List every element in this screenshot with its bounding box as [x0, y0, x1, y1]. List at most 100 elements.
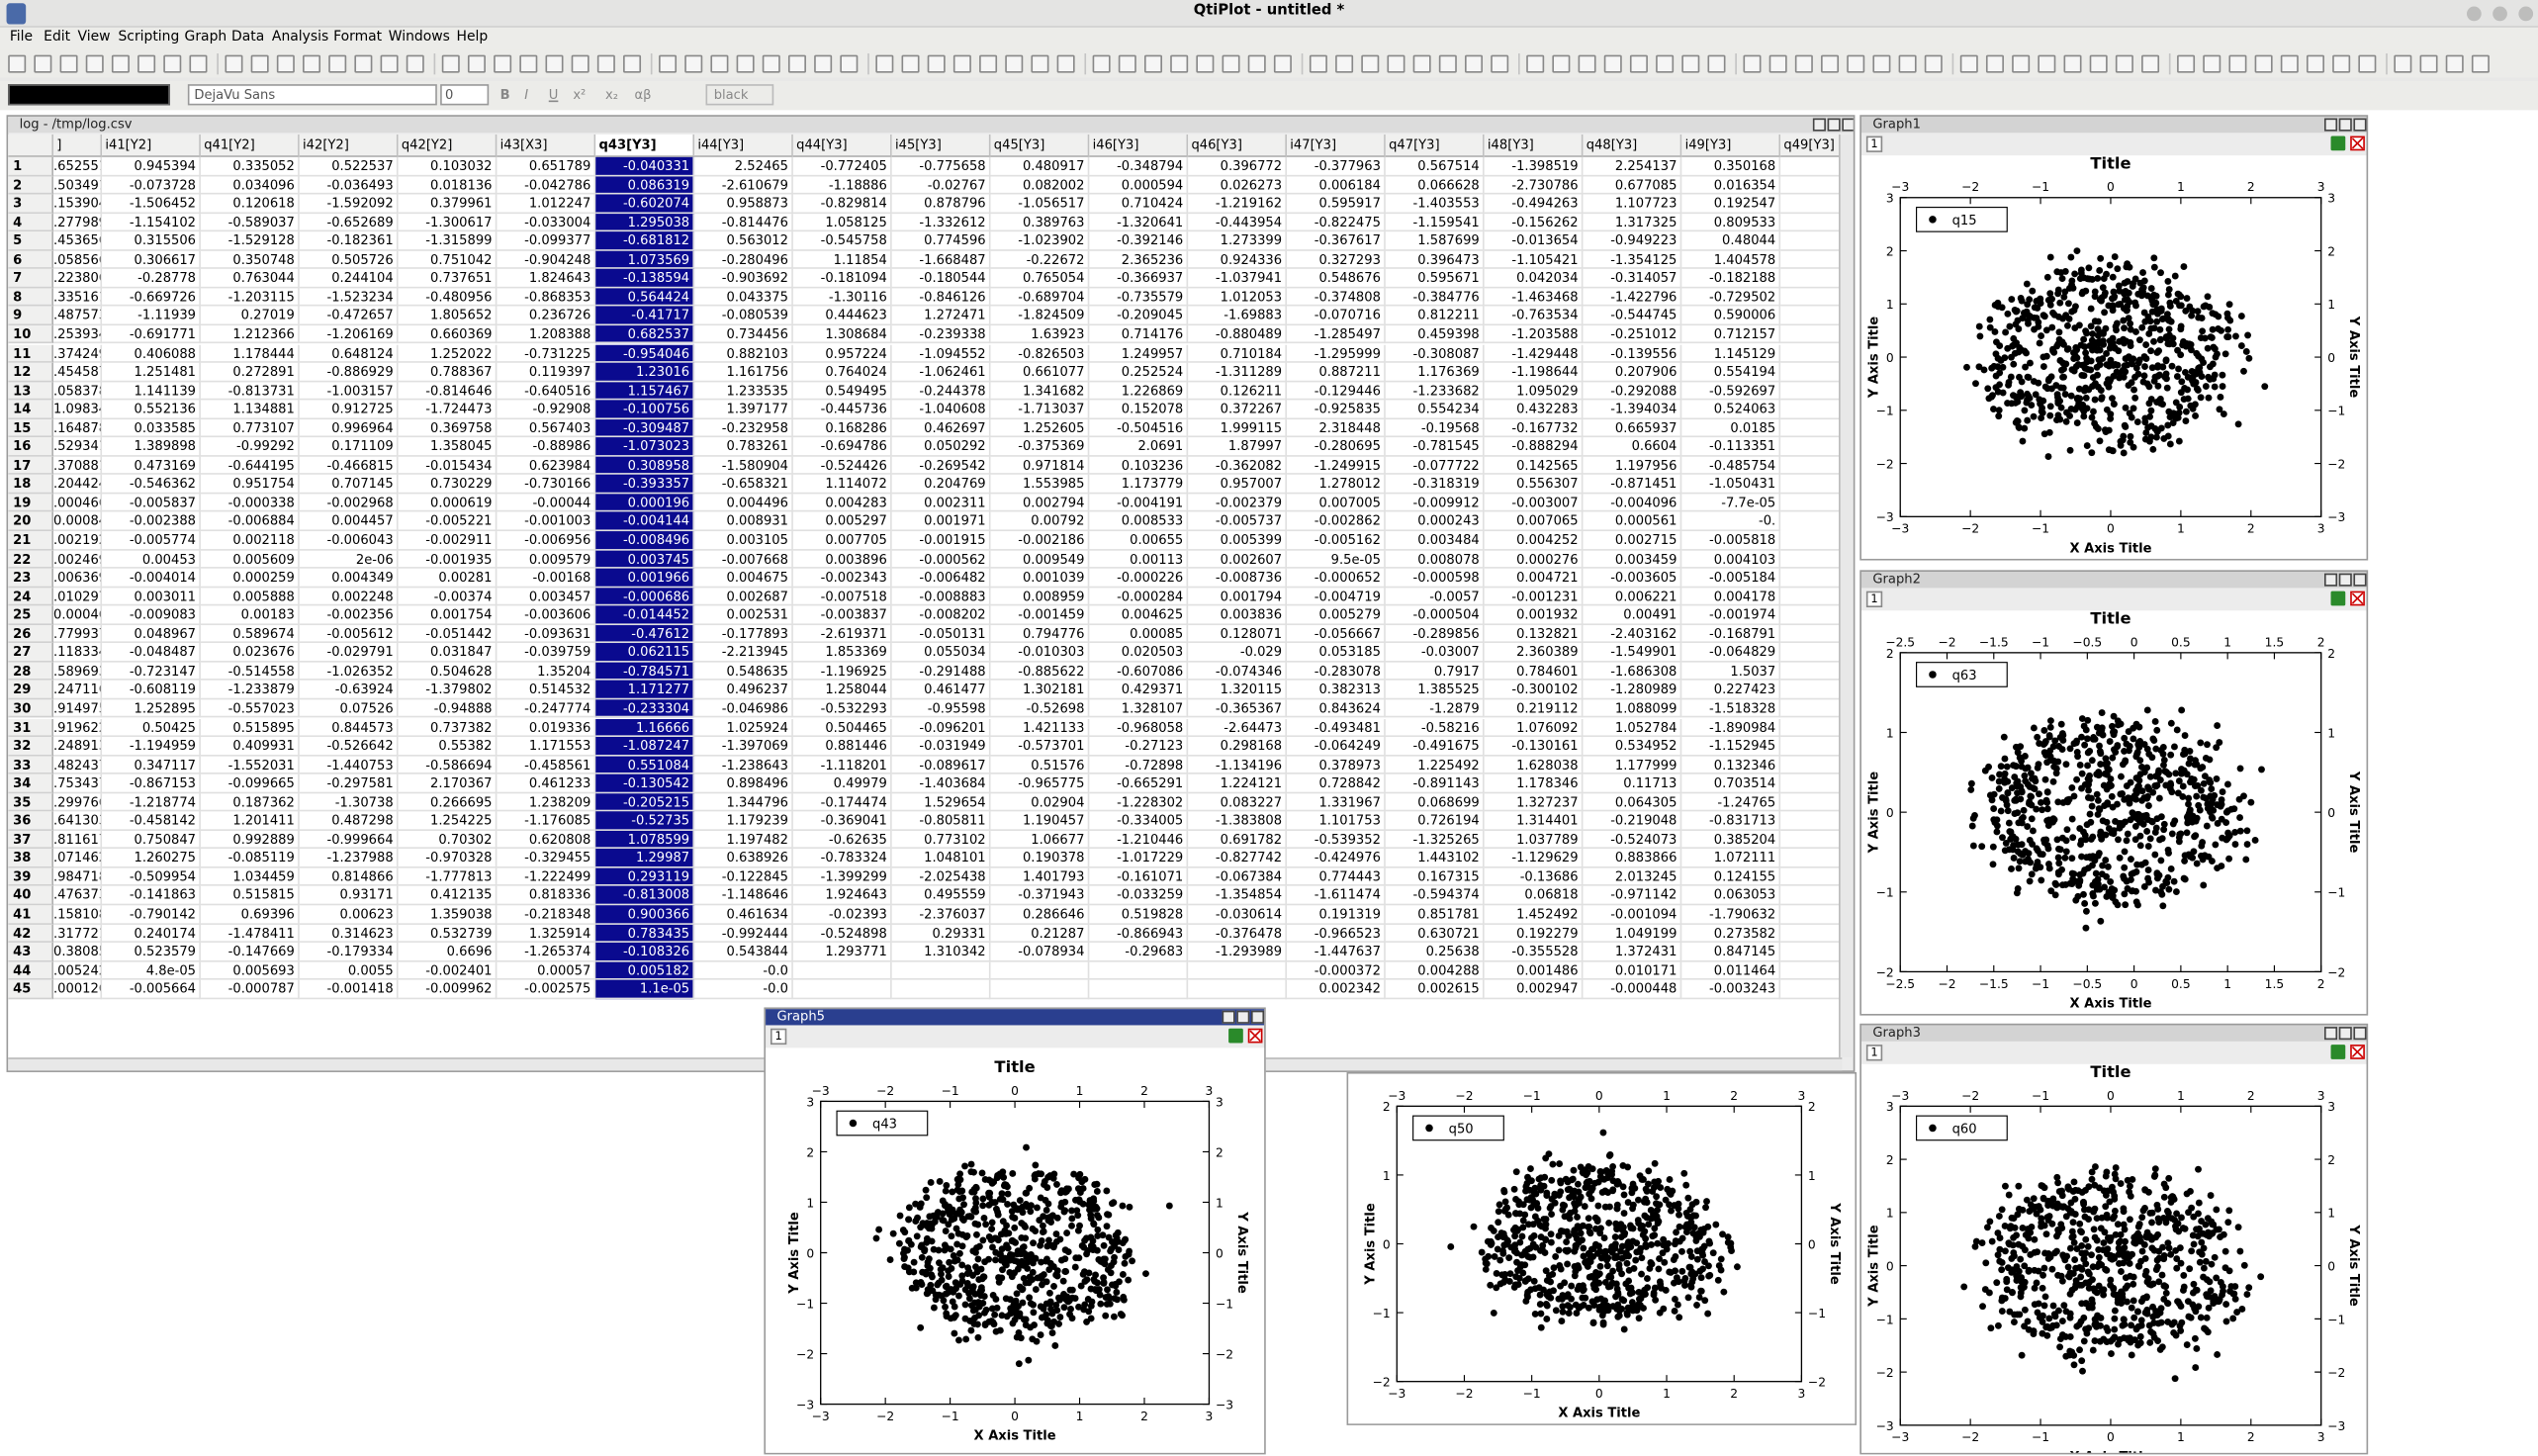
table-cell[interactable]: 1.824643	[497, 269, 596, 289]
table-cell[interactable]: 1.171553	[497, 737, 596, 756]
table-cell[interactable]: -0.	[1780, 456, 1844, 476]
table-cell[interactable]: -1.	[1780, 437, 1844, 457]
table-cell[interactable]: 1.048101	[891, 849, 991, 868]
table-cell[interactable]: 0.551084	[595, 755, 695, 774]
table-cell[interactable]: -0.004144	[595, 512, 695, 531]
table-cell[interactable]: -0.94888	[398, 699, 498, 719]
table-cell[interactable]: -0.300102	[1484, 681, 1584, 700]
table-cell[interactable]: 0.554194	[1681, 362, 1781, 382]
table-cell[interactable]: -0.445736	[792, 400, 892, 419]
toolbar-button[interactable]	[762, 54, 780, 73]
table-cell[interactable]: 0.737651	[398, 269, 498, 289]
table-cell[interactable]: -0.099665	[200, 774, 300, 793]
table-cell[interactable]: 0.003457	[497, 587, 596, 606]
table-cell[interactable]: -0.001974	[1681, 605, 1781, 625]
table-cell[interactable]: 0.002248	[299, 587, 399, 606]
table-cell[interactable]: 0.564424	[595, 288, 695, 308]
table-cell[interactable]: 0.554234	[1385, 400, 1485, 419]
table-cell[interactable]: 0.51576	[990, 755, 1090, 774]
table-cell[interactable]: -0.006956	[497, 531, 596, 550]
table-cell[interactable]: 0.660369	[398, 325, 498, 344]
table-cell[interactable]: 0.004625	[1089, 605, 1189, 625]
table-cell[interactable]: 4.8e-05	[102, 961, 201, 980]
table-cell[interactable]: 0.38085	[53, 943, 103, 961]
table-cell[interactable]: -0.640516	[497, 381, 596, 401]
table-cell[interactable]: 0.00655	[1089, 531, 1189, 550]
table-cell[interactable]: 0.623984	[497, 456, 596, 476]
table-cell[interactable]: 0.945394	[102, 156, 201, 176]
toolbar-button[interactable]	[2394, 54, 2412, 73]
table-cell[interactable]: -2.403162	[1583, 624, 1682, 644]
table-cell[interactable]: .277989	[53, 213, 103, 232]
table-cell[interactable]: -0.334005	[1089, 811, 1189, 831]
row-header[interactable]: 15	[8, 418, 54, 438]
table-cell[interactable]: 0.764024	[792, 362, 892, 382]
table-cell[interactable]: -0.731225	[497, 343, 596, 363]
table-cell[interactable]: -0.280496	[694, 250, 793, 270]
table-cell[interactable]: 0.171109	[299, 437, 399, 457]
table-cell[interactable]: 0.661077	[990, 362, 1090, 382]
table-cell[interactable]: -0.424976	[1287, 849, 1386, 868]
table-cell[interactable]: -0.009912	[1385, 494, 1485, 513]
table-cell[interactable]: 0.29331	[891, 924, 991, 944]
table-cell[interactable]: 0.461477	[891, 681, 991, 700]
table-cell[interactable]: -0.008883	[891, 587, 991, 606]
table-cell[interactable]: -1.790632	[1681, 905, 1781, 925]
table-cell[interactable]: -1.30738	[299, 792, 399, 812]
row-header[interactable]: 19	[8, 494, 54, 513]
toolbar-button[interactable]	[659, 54, 678, 73]
table-cell[interactable]: 1.23016	[595, 362, 695, 382]
column-header[interactable]: i44[Y3]	[694, 134, 793, 157]
table-cell[interactable]: 0.315506	[102, 231, 201, 251]
table-cell[interactable]: -1.	[1780, 905, 1844, 925]
table-cell[interactable]: -2.64473	[1188, 718, 1288, 738]
table-cell[interactable]: 0.677085	[1583, 175, 1682, 195]
column-header[interactable]: i41[Y2]	[102, 134, 201, 157]
table-cell[interactable]: 0.043375	[694, 288, 793, 308]
table-cell[interactable]: 0.240174	[102, 924, 201, 944]
table-cell[interactable]: 0.308958	[595, 456, 695, 476]
table-cell[interactable]: 1.034459	[200, 867, 300, 887]
table-cell[interactable]: -0.005184	[1681, 568, 1781, 588]
table-cell[interactable]: 0.	[1780, 176, 1844, 195]
table-cell[interactable]: 1.358045	[398, 437, 498, 457]
table-cell[interactable]: -1.118201	[792, 755, 892, 774]
table-cell[interactable]: -0.002911	[398, 531, 498, 550]
plot-canvas[interactable]: TitleX Axis TitleY Axis TitleY Axis Titl…	[1860, 610, 2367, 1014]
table-cell[interactable]: 1.157467	[595, 381, 695, 401]
table-cell[interactable]: -0.669726	[102, 288, 201, 308]
table-cell[interactable]: 0.11713	[1583, 774, 1682, 793]
table-cell[interactable]: -0.181094	[792, 269, 892, 289]
table-cell[interactable]: 0.000619	[398, 494, 498, 513]
table-cell[interactable]: 0.003836	[1188, 605, 1288, 625]
table-cell[interactable]: 0.958873	[694, 194, 793, 214]
toolbar-button[interactable]	[2063, 54, 2082, 73]
toolbar-button[interactable]	[467, 54, 486, 73]
table-cell[interactable]: -1.105421	[1484, 250, 1584, 270]
add-layer-icon[interactable]	[2330, 136, 2346, 151]
table-cell[interactable]: 1.87997	[1188, 437, 1288, 457]
table-cell[interactable]: -0.	[1681, 512, 1781, 531]
toolbar-button[interactable]	[1898, 54, 1917, 73]
table-cell[interactable]: 0.992889	[200, 830, 300, 850]
table-cell[interactable]: -0.	[1780, 756, 1844, 774]
row-header[interactable]: 17	[8, 456, 54, 476]
table-cell[interactable]: 0.957007	[1188, 475, 1288, 495]
table-cell[interactable]: -0.001459	[990, 605, 1090, 625]
table-cell[interactable]: 0.192279	[1484, 924, 1584, 944]
table-cell[interactable]: .058378	[53, 381, 103, 401]
table-cell[interactable]: -1.403553	[1385, 194, 1485, 214]
table-cell[interactable]: -0.056667	[1287, 624, 1386, 644]
table-cell[interactable]: 1.251481	[102, 362, 201, 382]
table-cell[interactable]: -0.161071	[1089, 867, 1189, 887]
table-cell[interactable]: -0.443954	[1188, 213, 1288, 232]
table-cell[interactable]: 0.504628	[398, 662, 498, 682]
menu-scripting[interactable]: Scripting	[118, 29, 179, 45]
graph-maximize-icon[interactable]	[2338, 1027, 2352, 1041]
row-header[interactable]: 5	[8, 231, 54, 251]
table-cell[interactable]: -0.002401	[398, 961, 498, 980]
menu-format[interactable]: Format	[333, 29, 382, 45]
table-cell[interactable]: -0.078934	[990, 943, 1090, 961]
graph-minimize-icon[interactable]	[2323, 1027, 2338, 1041]
table-cell[interactable]: 0.126211	[1188, 381, 1288, 401]
